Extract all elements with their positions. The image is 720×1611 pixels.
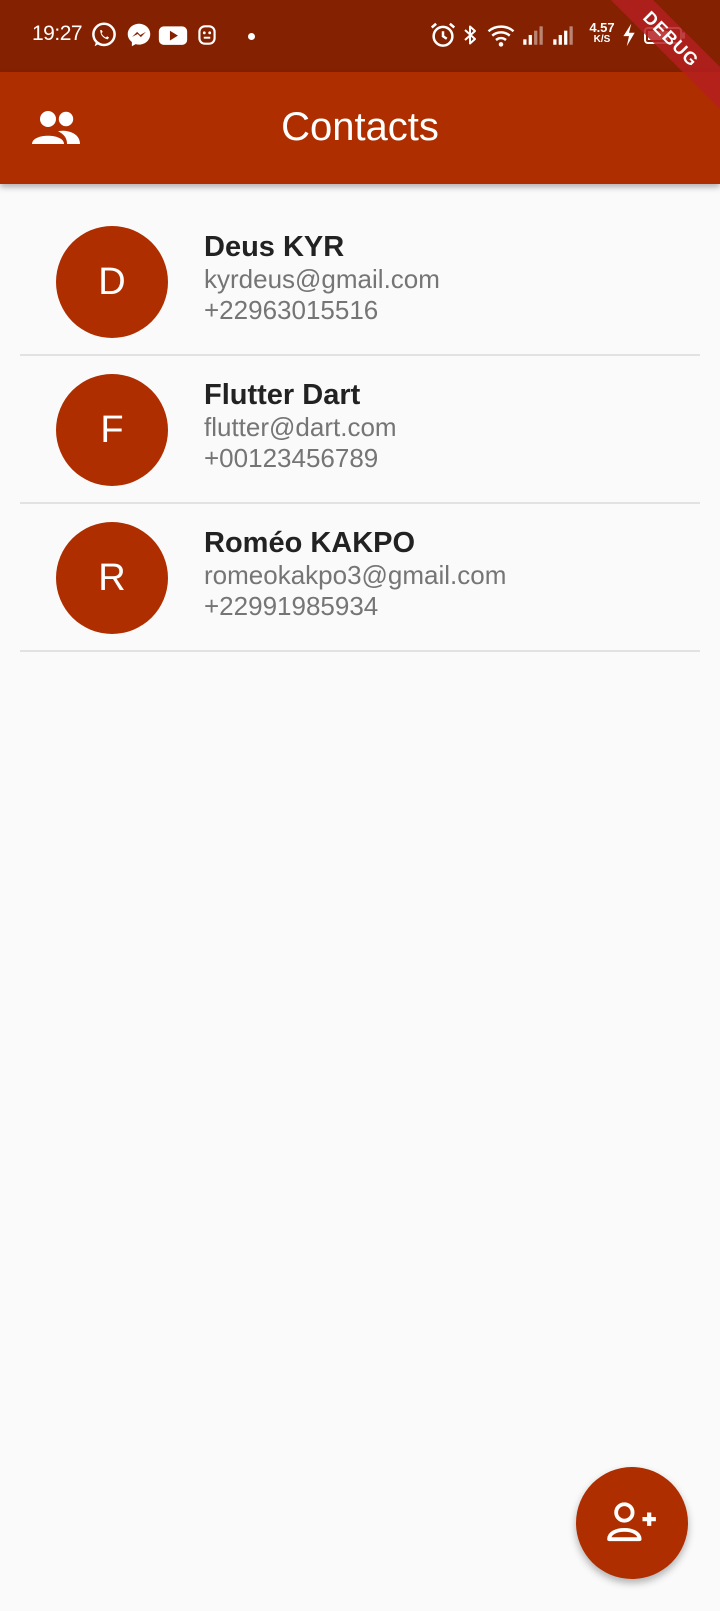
avatar: D <box>56 226 168 338</box>
more-notifications-dot <box>248 33 255 40</box>
youtube-icon <box>157 20 189 50</box>
contact-info: Deus KYR kyrdeus@gmail.com +22963015516 <box>204 230 440 326</box>
contact-email: kyrdeus@gmail.com <box>204 264 440 294</box>
add-contact-button[interactable] <box>576 1467 688 1579</box>
signal-icon <box>520 20 546 50</box>
contact-list-item[interactable]: F Flutter Dart flutter@dart.com +0012345… <box>20 356 700 504</box>
contact-list-item[interactable]: R Roméo KAKPO romeokakpo3@gmail.com +229… <box>20 504 700 652</box>
contact-phone: +22963015516 <box>204 295 379 325</box>
contact-info: Flutter Dart flutter@dart.com +001234567… <box>204 378 397 474</box>
whatsapp-icon <box>89 20 119 50</box>
network-speed: 4.57 K/S <box>587 20 617 46</box>
page-title: Contacts <box>281 105 439 149</box>
wifi-icon <box>486 20 516 50</box>
contact-email: flutter@dart.com <box>204 412 397 442</box>
contact-email: romeokakpo3@gmail.com <box>204 560 507 590</box>
signal-icon <box>550 20 576 50</box>
contact-name: Flutter Dart <box>204 379 361 411</box>
contact-name: Deus KYR <box>204 231 345 263</box>
add-contact-icon <box>607 1502 656 1542</box>
contact-name: Roméo KAKPO <box>204 527 416 559</box>
network-speed-value: 4.57 <box>589 20 615 35</box>
contact-phone: +00123456789 <box>204 443 379 473</box>
status-time: 19:27 <box>32 22 83 45</box>
contact-info: Roméo KAKPO romeokakpo3@gmail.com +22991… <box>204 526 506 622</box>
messenger-icon <box>124 20 154 50</box>
alarm-icon <box>428 20 458 50</box>
avatar: R <box>56 522 168 634</box>
network-speed-unit: K/S <box>593 34 611 45</box>
notification-app-icon <box>194 20 220 50</box>
bluetooth-icon <box>458 20 482 50</box>
avatar: F <box>56 374 168 486</box>
contact-list: D Deus KYR kyrdeus@gmail.com +2296301551… <box>20 208 700 652</box>
status-bar: 19:27 4.57 K/S <box>0 0 720 72</box>
contact-phone: +22991985934 <box>204 591 379 621</box>
contact-list-item[interactable]: D Deus KYR kyrdeus@gmail.com +2296301551… <box>20 208 700 356</box>
app-bar: Contacts <box>0 72 720 184</box>
